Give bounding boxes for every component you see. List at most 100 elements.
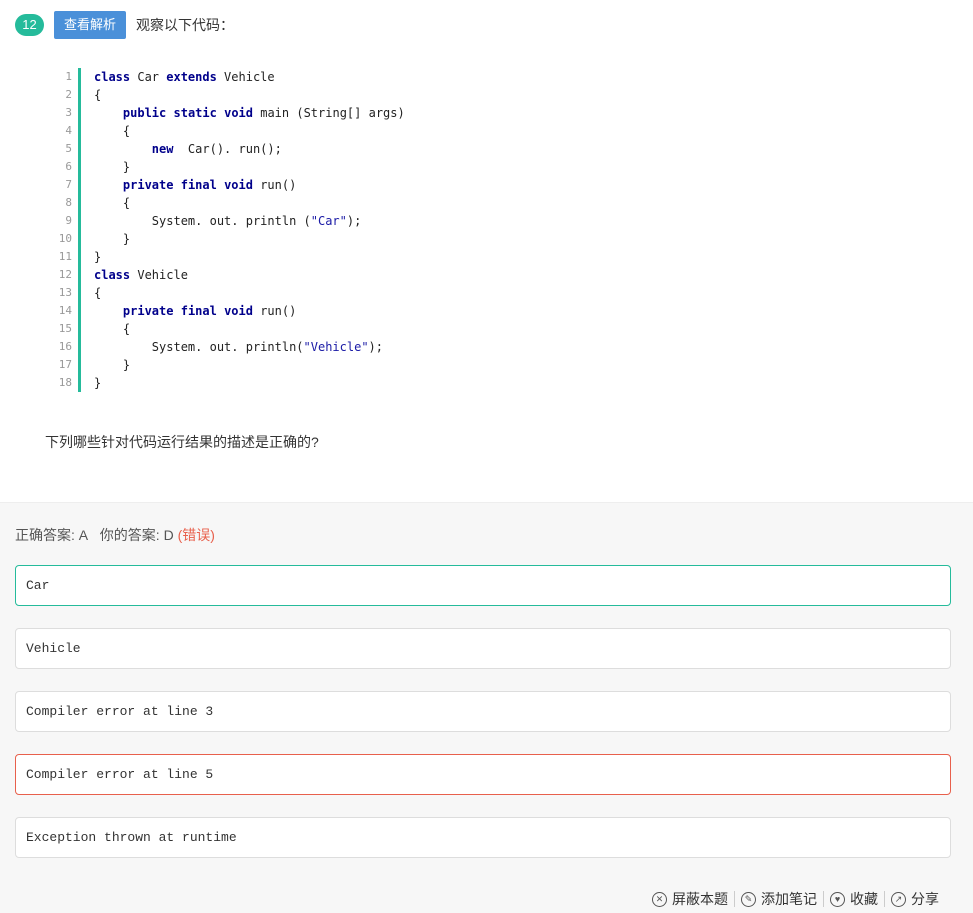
code-text: }	[94, 160, 131, 174]
code-text: class Car extends Vehicle	[94, 70, 275, 84]
line-number: 2	[65, 88, 72, 101]
line-number: 18	[58, 376, 72, 389]
divider	[884, 891, 885, 907]
gutter-bar	[78, 68, 81, 86]
code-line: 10 }	[55, 230, 405, 248]
answer-area: 正确答案: A 你的答案: D (错误) Car Vehicle Compile…	[0, 502, 973, 913]
share-button[interactable]: ↗ 分享	[891, 889, 939, 909]
gutter-bar	[78, 302, 81, 320]
share-label: 分享	[911, 891, 939, 907]
code-text: }	[94, 250, 102, 264]
option-e[interactable]: Exception thrown at runtime	[15, 817, 951, 858]
code-text: {	[94, 124, 131, 138]
line-number: 7	[65, 178, 72, 191]
option-b[interactable]: Vehicle	[15, 628, 951, 669]
view-analysis-button[interactable]: 查看解析	[54, 11, 127, 39]
collect-label: 收藏	[850, 891, 878, 907]
footer-actions: ✕ 屏蔽本题 ✎ 添加笔记 ♥ 收藏 ↗ 分享	[652, 887, 939, 911]
code-line: 8 {	[55, 194, 405, 212]
line-number: 9	[65, 214, 72, 227]
question-header: 12 查看解析 观察以下代码：	[15, 11, 234, 39]
code-line: 13 {	[55, 284, 405, 302]
gutter-bar	[78, 284, 81, 302]
code-text: {	[94, 196, 131, 210]
note-icon: ✎	[741, 891, 756, 907]
line-number: 16	[58, 340, 72, 353]
correct-answer-label: 正确答案: A	[15, 527, 89, 543]
question-number-badge: 12	[15, 14, 44, 36]
code-line: 3 public static void main (String[] args…	[55, 104, 405, 122]
code-line: 16 System. out. println("Vehicle");	[55, 338, 405, 356]
code-text: }	[94, 376, 102, 390]
code-line: 17 }	[55, 356, 405, 374]
code-text: System. out. println("Vehicle");	[94, 340, 383, 354]
code-line: 9 System. out. println ("Car");	[55, 212, 405, 230]
question-title: 观察以下代码：	[136, 17, 235, 33]
line-number: 12	[58, 268, 72, 281]
gutter-bar	[78, 356, 81, 374]
line-number: 1	[65, 70, 72, 83]
code-line: 18}	[55, 374, 405, 392]
gutter-bar	[78, 176, 81, 194]
code-text: }	[94, 232, 131, 246]
line-number: 8	[65, 196, 72, 209]
code-text: private final void run()	[122, 178, 297, 192]
code-text: private final void run()	[122, 304, 297, 318]
code-line: 7 private final void run()	[55, 176, 405, 194]
close-circle-icon: ✕	[652, 891, 667, 907]
your-answer-label: 你的答案: D	[99, 527, 174, 543]
line-number: 6	[65, 160, 72, 173]
code-line: 2{	[55, 86, 405, 104]
question-description: 下列哪些针对代码运行结果的描述是正确的?	[45, 434, 319, 450]
line-number: 13	[58, 286, 72, 299]
gutter-bar	[78, 212, 81, 230]
gutter-bar	[78, 104, 81, 122]
code-line: 15 {	[55, 320, 405, 338]
code-line: 6 }	[55, 158, 405, 176]
gutter-bar	[78, 194, 81, 212]
code-text: {	[94, 322, 131, 336]
share-icon: ↗	[891, 891, 906, 907]
gutter-bar	[78, 122, 81, 140]
code-line: 5 new Car(). run();	[55, 140, 405, 158]
gutter-bar	[78, 374, 81, 392]
code-text: System. out. println ("Car");	[94, 214, 362, 228]
collect-button[interactable]: ♥ 收藏	[830, 889, 878, 909]
code-text: {	[94, 286, 102, 300]
code-line: 12 class Vehicle	[55, 266, 405, 284]
block-question-label: 屏蔽本题	[672, 891, 728, 907]
line-number: 3	[65, 106, 72, 119]
gutter-bar	[78, 266, 81, 284]
option-a[interactable]: Car	[15, 565, 951, 606]
code-text: {	[94, 88, 102, 102]
gutter-bar	[78, 140, 81, 158]
wrong-tag: (错误)	[177, 527, 215, 543]
gutter-bar	[78, 248, 81, 266]
code-line: 4 {	[55, 122, 405, 140]
gutter-bar	[78, 338, 81, 356]
add-note-label: 添加笔记	[761, 891, 817, 907]
code-text: new Car(). run();	[151, 142, 282, 156]
code-line: 1 class Car extends Vehicle	[55, 68, 405, 86]
gutter-bar	[78, 86, 81, 104]
code-line: 11}	[55, 248, 405, 266]
line-number: 4	[65, 124, 72, 137]
line-number: 11	[58, 250, 72, 263]
add-note-button[interactable]: ✎ 添加笔记	[741, 889, 817, 909]
code-text: }	[94, 358, 131, 372]
line-number: 5	[65, 142, 72, 155]
divider	[734, 891, 735, 907]
block-question-button[interactable]: ✕ 屏蔽本题	[652, 889, 728, 909]
heart-icon: ♥	[830, 891, 845, 907]
code-block: 1 class Car extends Vehicle 2{3 public sta…	[55, 68, 405, 392]
line-number: 14	[58, 304, 72, 317]
option-d[interactable]: Compiler error at line 5	[15, 754, 951, 795]
line-number: 10	[58, 232, 72, 245]
code-line: 14 private final void run()	[55, 302, 405, 320]
gutter-bar	[78, 320, 81, 338]
option-c[interactable]: Compiler error at line 3	[15, 691, 951, 732]
divider	[823, 891, 824, 907]
answer-summary: 正确答案: A 你的答案: D (错误)	[15, 525, 215, 545]
gutter-bar	[78, 158, 81, 176]
gutter-bar	[78, 230, 81, 248]
